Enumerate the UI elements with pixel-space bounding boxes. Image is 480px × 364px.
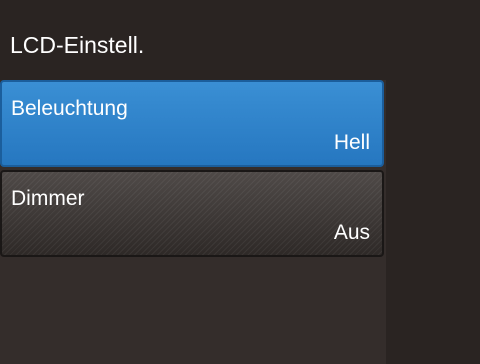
lcd-settings-screen: LCD-Einstell. Beleuchtung Hell Dimmer Au…: [0, 0, 480, 364]
menu-item-value: Aus: [333, 221, 370, 244]
menu-item-label: Beleuchtung: [11, 97, 128, 120]
page-title: LCD-Einstell.: [10, 32, 145, 58]
title-bar: LCD-Einstell.: [0, 0, 480, 80]
menu-item-beleuchtung[interactable]: Beleuchtung Hell: [0, 80, 384, 167]
menu-item-dimmer[interactable]: Dimmer Aus: [0, 170, 384, 257]
menu-item-value: Hell: [333, 131, 370, 154]
menu-item-label: Dimmer: [11, 187, 85, 210]
